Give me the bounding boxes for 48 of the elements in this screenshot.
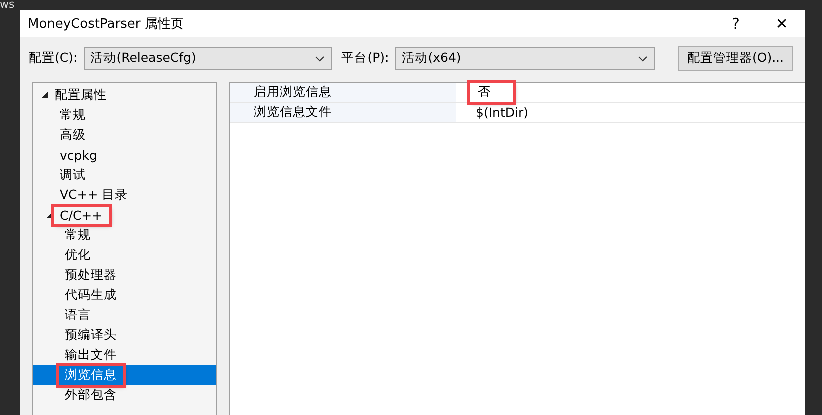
tree-item-label: 配置属性 [54, 86, 108, 104]
tree-item[interactable]: 调试 [33, 165, 216, 185]
expanded-caret-icon[interactable] [41, 91, 49, 99]
tree-item-label: 外部包含 [64, 386, 118, 404]
chevron-down-icon [638, 56, 648, 62]
tree-item[interactable]: 代码生成 [33, 285, 216, 305]
tree-item[interactable]: C/C++ [33, 205, 216, 225]
property-name: 浏览信息文件 [230, 103, 456, 122]
tree-item[interactable]: VC++ 目录 [33, 185, 216, 205]
tree-item-label: 预处理器 [64, 266, 118, 284]
tree-item[interactable]: 语言 [33, 305, 216, 325]
tree-item[interactable]: 常规 [33, 225, 216, 245]
tree-item[interactable]: 预编译头 [33, 325, 216, 345]
tree-item[interactable]: 常规 [33, 105, 216, 125]
tree-item[interactable]: 外部包含 [33, 385, 216, 405]
tree-item[interactable]: 优化 [33, 245, 216, 265]
tree-item[interactable]: 预处理器 [33, 265, 216, 285]
platform-dropdown[interactable]: 活动(x64) [395, 47, 656, 70]
help-button[interactable]: ? [713, 10, 759, 37]
tree-item[interactable]: 浏览信息 [33, 365, 216, 385]
tree-item-label: 常规 [59, 106, 87, 124]
tree-item-label: 浏览信息 [59, 366, 123, 384]
tree-item-label: 预编译头 [64, 326, 118, 344]
tree-item-label: 常规 [64, 226, 92, 244]
tree-item-label: C/C++ [54, 206, 109, 224]
tree-item[interactable]: vcpkg [33, 145, 216, 165]
chevron-down-icon [314, 56, 325, 62]
config-manager-button[interactable]: 配置管理器(O)... [678, 46, 793, 71]
property-name: 启用浏览信息 [230, 83, 456, 102]
tree-item[interactable]: 配置属性 [33, 85, 216, 105]
tree-item-label: vcpkg [59, 146, 98, 164]
tree-item-label: 优化 [64, 246, 92, 264]
background-text: ws [0, 0, 15, 9]
tree-item-label: 高级 [59, 126, 87, 144]
window-title: MoneyCostParser 属性页 [28, 16, 185, 32]
tree-item-label: 调试 [59, 166, 87, 184]
tree-item[interactable]: 输出文件 [33, 345, 216, 365]
close-button[interactable]: ✕ [759, 10, 805, 37]
config-dropdown[interactable]: 活动(ReleaseCfg) [84, 47, 332, 70]
tree-item-label: 语言 [64, 306, 92, 324]
tree-item-label: 代码生成 [64, 286, 118, 304]
tree-item[interactable]: 高级 [33, 125, 216, 145]
property-value[interactable]: $(IntDir) [470, 104, 534, 121]
config-label: 配置(C): [29, 50, 78, 67]
platform-label: 平台(P): [342, 50, 390, 67]
tree-item-label: 输出文件 [64, 346, 118, 364]
tree-item-label: VC++ 目录 [59, 186, 130, 204]
property-value[interactable]: 否 [470, 83, 513, 102]
